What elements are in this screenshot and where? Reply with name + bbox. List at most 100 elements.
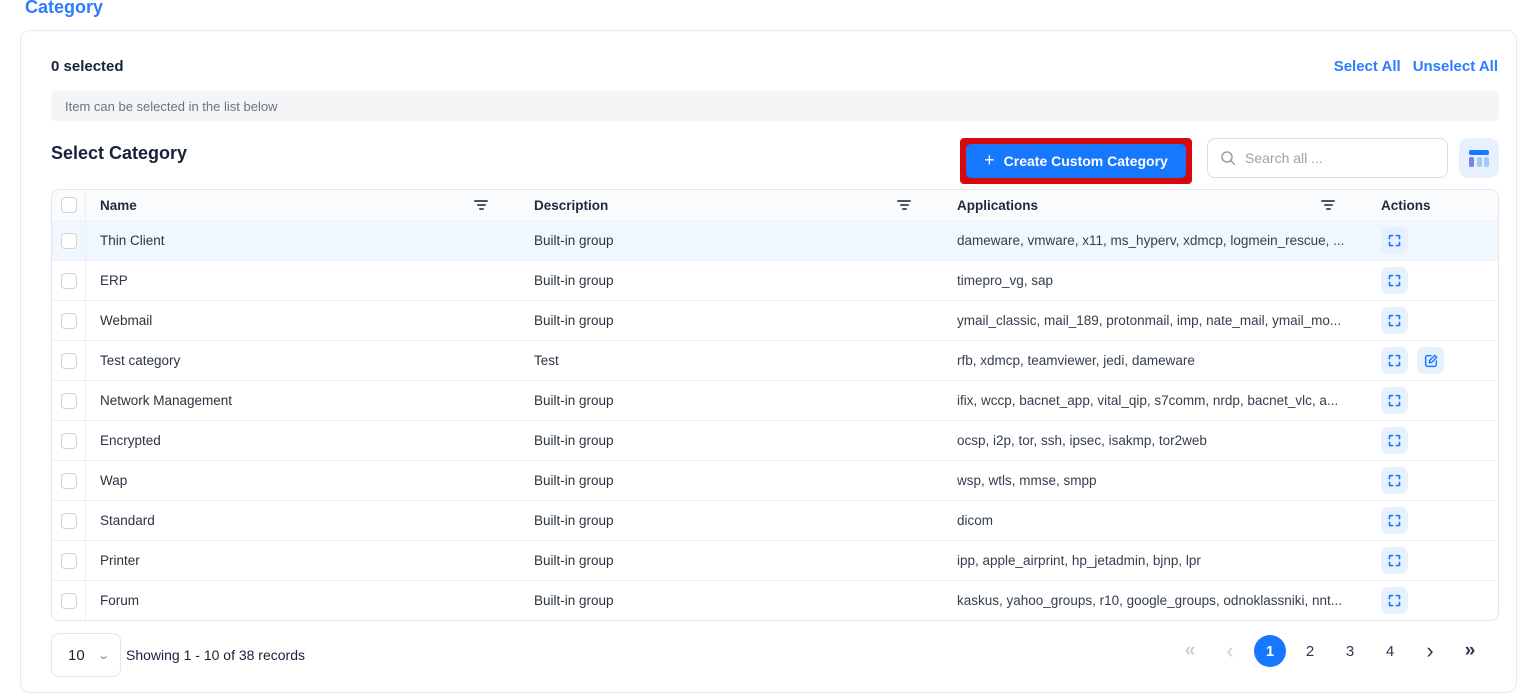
annotation-highlight-box: + Create Custom Category <box>960 138 1192 184</box>
page-button-1[interactable]: 1 <box>1254 635 1286 667</box>
row-name: Test category <box>86 341 520 380</box>
table-row: Printer Built-in group ipp, apple_airpri… <box>52 540 1498 580</box>
row-description: Built-in group <box>520 301 943 340</box>
column-header-applications: Applications <box>957 198 1038 213</box>
row-applications: wsp, wtls, mmse, smpp <box>943 461 1367 500</box>
edit-button[interactable] <box>1417 347 1444 374</box>
category-card: 0 selected Select All Unselect All Item … <box>20 30 1517 693</box>
prev-page-button[interactable]: ‹ <box>1214 635 1246 667</box>
chevron-down-icon: ⌄ <box>97 649 110 662</box>
records-summary: Showing 1 - 10 of 38 records <box>126 647 305 663</box>
column-header-actions: Actions <box>1381 198 1431 213</box>
select-all-link[interactable]: Select All <box>1334 58 1401 75</box>
expand-button[interactable] <box>1381 467 1408 494</box>
expand-button[interactable] <box>1381 387 1408 414</box>
table-row: Encrypted Built-in group ocsp, i2p, tor,… <box>52 420 1498 460</box>
table-header-row: Name Description Applications Actions <box>52 190 1498 220</box>
row-applications: dicom <box>943 501 1367 540</box>
table-row: ERP Built-in group timepro_vg, sap <box>52 260 1498 300</box>
row-checkbox[interactable] <box>61 273 77 289</box>
plus-icon: + <box>984 151 995 169</box>
expand-button[interactable] <box>1381 347 1408 374</box>
row-applications: ipp, apple_airprint, hp_jetadmin, bjnp, … <box>943 541 1367 580</box>
search-icon <box>1220 150 1236 166</box>
page-title: Category <box>25 0 103 18</box>
column-header-name: Name <box>100 198 137 213</box>
section-heading: Select Category <box>51 143 187 164</box>
row-description: Built-in group <box>520 421 943 460</box>
expand-button[interactable] <box>1381 427 1408 454</box>
next-page-button[interactable]: › <box>1414 635 1446 667</box>
row-description: Built-in group <box>520 501 943 540</box>
expand-button[interactable] <box>1381 267 1408 294</box>
columns-icon <box>1469 150 1489 167</box>
row-description: Built-in group <box>520 541 943 580</box>
table-row: Standard Built-in group dicom <box>52 500 1498 540</box>
row-name: Webmail <box>86 301 520 340</box>
page: Category 0 selected Select All Unselect … <box>0 0 1537 695</box>
page-button-4[interactable]: 4 <box>1374 635 1406 667</box>
row-checkbox[interactable] <box>61 393 77 409</box>
row-name: Printer <box>86 541 520 580</box>
row-description: Built-in group <box>520 461 943 500</box>
row-checkbox[interactable] <box>61 473 77 489</box>
filter-icon[interactable] <box>1321 200 1335 210</box>
row-applications: timepro_vg, sap <box>943 261 1367 300</box>
selected-count: 0 selected <box>51 58 124 75</box>
first-page-button[interactable]: « <box>1174 635 1206 667</box>
row-name: Wap <box>86 461 520 500</box>
row-checkbox[interactable] <box>61 593 77 609</box>
row-description: Test <box>520 341 943 380</box>
search-input[interactable] <box>1245 150 1435 166</box>
row-name: Network Management <box>86 381 520 420</box>
search-box[interactable] <box>1207 138 1448 178</box>
row-checkbox[interactable] <box>61 353 77 369</box>
expand-button[interactable] <box>1381 587 1408 614</box>
row-checkbox[interactable] <box>61 513 77 529</box>
create-custom-category-label: Create Custom Category <box>1004 153 1168 169</box>
row-name: Forum <box>86 581 520 620</box>
row-applications: ifix, wccp, bacnet_app, vital_qip, s7com… <box>943 381 1367 420</box>
column-settings-button[interactable] <box>1459 138 1499 178</box>
pagination: « ‹ 1 2 3 4 › » <box>1174 635 1486 667</box>
row-name: ERP <box>86 261 520 300</box>
column-header-description: Description <box>534 198 608 213</box>
unselect-all-link[interactable]: Unselect All <box>1413 58 1498 75</box>
row-applications: ymail_classic, mail_189, protonmail, imp… <box>943 301 1367 340</box>
row-name: Encrypted <box>86 421 520 460</box>
row-checkbox[interactable] <box>61 233 77 249</box>
row-applications: dameware, vmware, x11, ms_hyperv, xdmcp,… <box>943 221 1367 260</box>
filter-icon[interactable] <box>897 200 911 210</box>
row-checkbox[interactable] <box>61 433 77 449</box>
row-applications: kaskus, yahoo_groups, r10, google_groups… <box>943 581 1367 620</box>
expand-button[interactable] <box>1381 307 1408 334</box>
page-button-2[interactable]: 2 <box>1294 635 1326 667</box>
table-row: Test category Test rfb, xdmcp, teamviewe… <box>52 340 1498 380</box>
last-page-button[interactable]: » <box>1454 635 1486 667</box>
page-size-value: 10 <box>68 647 85 664</box>
table-row: Forum Built-in group kaskus, yahoo_group… <box>52 580 1498 620</box>
filter-icon[interactable] <box>474 200 488 210</box>
selection-hint: Item can be selected in the list below <box>51 91 1499 121</box>
row-description: Built-in group <box>520 221 943 260</box>
row-checkbox[interactable] <box>61 553 77 569</box>
table-row: Network Management Built-in group ifix, … <box>52 380 1498 420</box>
table-row: Wap Built-in group wsp, wtls, mmse, smpp <box>52 460 1498 500</box>
select-all-checkbox[interactable] <box>61 197 77 213</box>
expand-button[interactable] <box>1381 547 1408 574</box>
row-applications: ocsp, i2p, tor, ssh, ipsec, isakmp, tor2… <box>943 421 1367 460</box>
row-name: Thin Client <box>86 221 520 260</box>
row-applications: rfb, xdmcp, teamviewer, jedi, dameware <box>943 341 1367 380</box>
row-description: Built-in group <box>520 261 943 300</box>
create-custom-category-button[interactable]: + Create Custom Category <box>966 144 1186 178</box>
page-button-3[interactable]: 3 <box>1334 635 1366 667</box>
category-table: Name Description Applications Actions Th… <box>51 189 1499 621</box>
row-description: Built-in group <box>520 381 943 420</box>
expand-button[interactable] <box>1381 507 1408 534</box>
selection-links: Select All Unselect All <box>1334 58 1498 75</box>
page-size-select[interactable]: 10 ⌄ <box>51 633 121 677</box>
row-description: Built-in group <box>520 581 943 620</box>
row-checkbox[interactable] <box>61 313 77 329</box>
expand-button[interactable] <box>1381 227 1408 254</box>
table-row: Thin Client Built-in group dameware, vmw… <box>52 220 1498 260</box>
